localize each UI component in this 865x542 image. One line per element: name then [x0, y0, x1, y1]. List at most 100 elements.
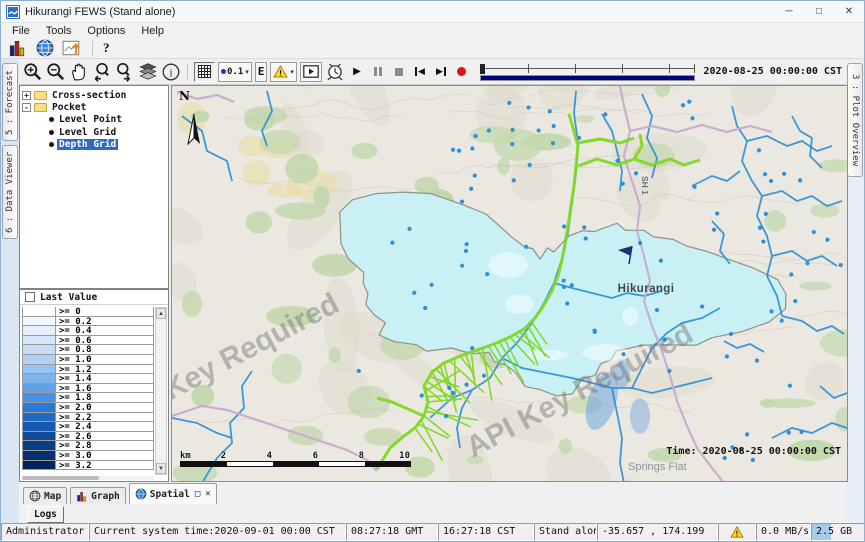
- time-availability-bar: [480, 75, 695, 81]
- view-tab-bar: Map Graph Spatial □ ✕: [19, 482, 846, 504]
- stop-button[interactable]: [390, 63, 408, 81]
- menu-item[interactable]: File: [4, 25, 38, 37]
- pan-hand-icon[interactable]: [69, 62, 89, 82]
- tree-item-label[interactable]: Depth Grid: [57, 139, 118, 150]
- north-label: N: [179, 89, 190, 103]
- zoom-in-icon[interactable]: [23, 62, 43, 82]
- info-icon[interactable]: i: [161, 62, 181, 82]
- last-value-checkbox[interactable]: [25, 292, 35, 302]
- zoom-next-icon[interactable]: [115, 62, 135, 82]
- legend-row-label: >= 3.2: [56, 460, 154, 471]
- map-view[interactable]: N API Key Required API Key Required Hiku…: [171, 85, 848, 482]
- stop-icon: [395, 68, 403, 76]
- tree-item[interactable]: - Pocket: [22, 101, 166, 113]
- tree-item[interactable]: Level Point: [22, 114, 166, 126]
- place-label-springs-flat: Springs Flat: [628, 461, 687, 473]
- tree-item-label[interactable]: Level Grid: [57, 127, 118, 138]
- app-window: Hikurangi FEWS (Stand alone) ─ □ ✕ FileT…: [0, 0, 865, 542]
- map-time-label: Time: 2020-08-25 00:00:00 CST: [666, 446, 841, 457]
- tree-item-label[interactable]: Level Point: [57, 114, 124, 125]
- tree-item-label[interactable]: Cross-section: [50, 90, 128, 101]
- timeseries-import-icon[interactable]: [62, 38, 82, 58]
- map-toolbar: i 0.1 ▾ E ! ▾: [19, 59, 846, 85]
- tree-expander[interactable]: +: [22, 91, 31, 100]
- pause-button[interactable]: [369, 63, 387, 81]
- title-bar: Hikurangi FEWS (Stand alone) ─ □ ✕: [1, 1, 864, 23]
- maximize-button[interactable]: □: [804, 1, 834, 23]
- tab-plot-overview[interactable]: 3 : Plot Overview: [847, 63, 863, 177]
- play-button[interactable]: ▶: [348, 63, 366, 81]
- status-user: Administrator: [1, 523, 89, 541]
- tab-map[interactable]: Map: [23, 487, 67, 504]
- current-map-datetime: 2020-08-25 00:00:00 CST: [704, 66, 842, 77]
- record-button[interactable]: [453, 63, 471, 81]
- right-tab-strip: 3 : Plot Overview: [846, 59, 864, 523]
- tree-item-label[interactable]: Pocket: [50, 102, 88, 113]
- layers-icon[interactable]: [138, 62, 158, 82]
- menu-item[interactable]: Tools: [38, 25, 80, 37]
- zoom-previous-icon[interactable]: [92, 62, 112, 82]
- tab-map-label[interactable]: Map: [44, 491, 61, 502]
- tab-spatial[interactable]: Spatial □ ✕: [129, 483, 217, 504]
- pause-icon: [374, 67, 382, 76]
- menu-item[interactable]: Help: [133, 25, 172, 37]
- skip-end-icon: ▶: [436, 66, 446, 77]
- dropdown-arrow-icon: ▾: [245, 68, 249, 76]
- tree-item[interactable]: Level Grid: [22, 126, 166, 138]
- label-threshold-dropdown[interactable]: 0.1 ▾: [218, 62, 252, 82]
- time-slider[interactable]: [480, 62, 695, 82]
- legend-header: Last Value: [20, 290, 168, 305]
- scale-tick-label: 8: [318, 451, 364, 461]
- tab-data-viewer[interactable]: 6 : Data Viewer: [2, 145, 18, 239]
- status-local-time: 16:27:18 CST: [438, 523, 534, 541]
- zoom-out-icon[interactable]: [46, 62, 66, 82]
- status-warning-cell[interactable]: !: [718, 523, 756, 541]
- app-logo-icon: [6, 5, 20, 19]
- warning-threshold-dropdown[interactable]: ! ▾: [270, 62, 297, 82]
- skip-to-end-button[interactable]: ▶: [432, 63, 450, 81]
- movie-export-button[interactable]: [300, 62, 322, 82]
- database-chart-icon[interactable]: [8, 38, 28, 58]
- logs-row: Logs: [19, 504, 846, 525]
- tab-graph[interactable]: Graph: [70, 487, 126, 504]
- tree-item[interactable]: + Cross-section: [22, 89, 166, 101]
- help-icon[interactable]: ?: [103, 40, 110, 56]
- scale-unit: km: [180, 451, 204, 461]
- scroll-up-icon[interactable]: ▲: [156, 308, 166, 319]
- left-panel: + Cross-section - Pocket Level Po: [19, 85, 169, 482]
- status-bar: Administrator Current system time:2020-0…: [1, 523, 864, 541]
- time-slider-handle[interactable]: [480, 64, 485, 74]
- animation-timer-icon[interactable]: [325, 62, 345, 82]
- spatial-maximize-icon[interactable]: □: [195, 489, 200, 499]
- folder-icon: [34, 91, 47, 100]
- scroll-down-icon[interactable]: ▼: [156, 463, 166, 474]
- legend-row: >= 3.2: [22, 460, 154, 471]
- scale-bar-segments: [180, 461, 411, 467]
- tab-forecast[interactable]: 5 : Forecast: [2, 63, 18, 141]
- threshold-dot-icon: [221, 69, 226, 74]
- tree-expander[interactable]: -: [22, 103, 31, 112]
- elevation-button[interactable]: E: [255, 62, 268, 82]
- grid-icon: [197, 64, 212, 79]
- graph-icon: [76, 490, 88, 502]
- window-controls: ─ □ ✕: [774, 1, 864, 23]
- spatial-close-icon[interactable]: ✕: [205, 489, 210, 499]
- status-memory: 2.5 GB: [811, 523, 865, 541]
- skip-start-icon: ◀: [415, 66, 425, 77]
- hscroll-thumb[interactable]: [22, 476, 99, 480]
- legend-hscrollbar[interactable]: [22, 476, 154, 480]
- tab-spatial-label[interactable]: Spatial: [150, 489, 190, 500]
- scale-tick-label: 6: [272, 451, 318, 461]
- close-button[interactable]: ✕: [834, 1, 864, 23]
- skip-to-start-button[interactable]: ◀: [411, 63, 429, 81]
- globe-icon[interactable]: [35, 38, 55, 58]
- minimize-button[interactable]: ─: [774, 1, 804, 23]
- tab-graph-label[interactable]: Graph: [91, 491, 120, 502]
- play-icon: ▶: [353, 66, 361, 77]
- grid-display-button[interactable]: [194, 62, 215, 82]
- menu-item[interactable]: Options: [79, 25, 133, 37]
- spatial-globe-icon: [135, 488, 147, 500]
- logs-button[interactable]: Logs: [27, 506, 64, 523]
- tree-item[interactable]: Depth Grid: [22, 139, 166, 151]
- legend-scrollbar[interactable]: ▲ ▼: [155, 307, 167, 475]
